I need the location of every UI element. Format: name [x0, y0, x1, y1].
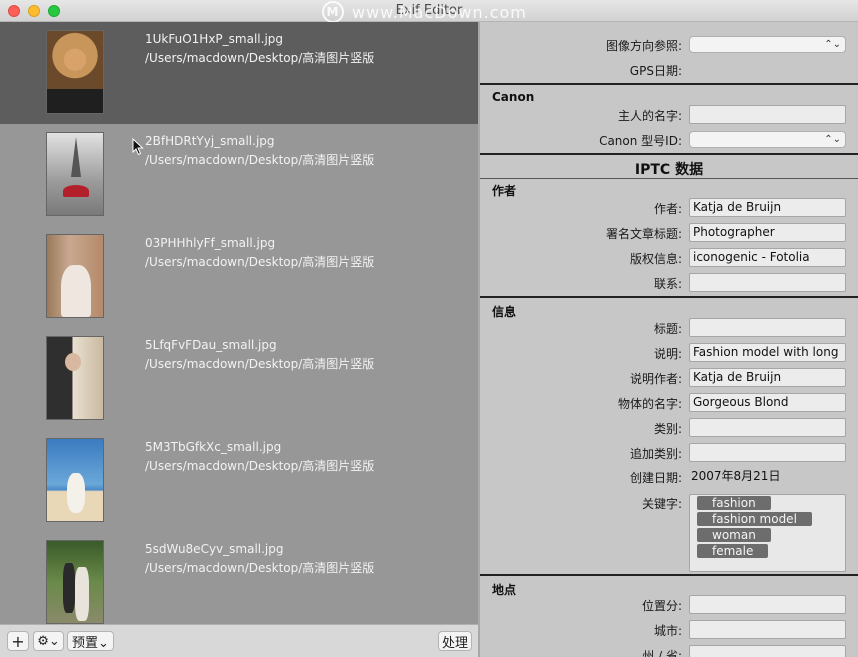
- file-path: /Users/macdown/Desktop/高清图片竖版: [145, 51, 375, 65]
- process-button[interactable]: 处理: [438, 631, 472, 651]
- contact-label: 联系:: [653, 277, 682, 291]
- stepper-arrows-icon: ⌃⌄: [824, 39, 841, 50]
- file-thumbnail: [46, 30, 104, 114]
- owner-name-field[interactable]: [689, 105, 846, 124]
- orientation-ref-select[interactable]: ⌃⌄: [689, 36, 846, 53]
- stepper-arrows-icon: ⌃⌄: [824, 134, 841, 145]
- city-field[interactable]: [689, 620, 846, 639]
- object-name-label: 物体的名字:: [617, 397, 682, 411]
- file-thumbnail: [46, 540, 104, 624]
- canon-model-id-select[interactable]: ⌃⌄: [689, 131, 846, 148]
- keywords-token-field[interactable]: fashion fashion model woman female: [689, 494, 846, 572]
- copyright-label: 版权信息:: [629, 252, 682, 266]
- byline-title-label: 署名文章标题:: [605, 227, 682, 241]
- iptc-header-rule: [480, 178, 858, 179]
- creator-label: 作者:: [653, 202, 682, 216]
- headline-label: 标题:: [653, 322, 682, 336]
- metadata-panel[interactable]: 图像方向参照: ⌃⌄ GPS日期: Canon 主人的名字: Canon 型号I…: [480, 22, 858, 657]
- watermark-logo-icon: M: [322, 1, 344, 23]
- watermark-text: www.MacDown.com: [352, 2, 527, 22]
- caption-writer-field[interactable]: Katja de Bruijn: [689, 368, 846, 387]
- date-created-label: 创建日期:: [629, 471, 682, 485]
- keyword-token[interactable]: woman: [697, 528, 771, 542]
- canon-model-id-label: Canon 型号ID:: [599, 134, 682, 148]
- file-row[interactable]: 5sdWu8eCyv_small.jpg /Users/macdown/Desk…: [0, 532, 478, 624]
- section-divider: [480, 83, 858, 85]
- section-divider: [480, 296, 858, 298]
- mouse-pointer-icon: [132, 138, 144, 156]
- file-row[interactable]: 2BfHDRtYyj_small.jpg /Users/macdown/Desk…: [0, 124, 478, 226]
- preset-menu-button[interactable]: 预置⌄: [67, 631, 114, 651]
- exif-editor-window: Exif Editor M www.MacDown.com 1UkFuO1HxP…: [0, 0, 858, 657]
- file-path: /Users/macdown/Desktop/高清图片竖版: [145, 357, 375, 371]
- location-section-title: 地点: [492, 583, 517, 597]
- file-row[interactable]: 5M3TbGfkXc_small.jpg /Users/macdown/Desk…: [0, 430, 478, 532]
- keyword-token[interactable]: fashion model: [697, 512, 812, 526]
- file-name: 5LfqFvFDau_small.jpg: [145, 338, 277, 352]
- keyword-token[interactable]: fashion: [697, 496, 771, 510]
- list-toolbar: + ⚙︎⌄ 预置⌄ 处理: [0, 624, 478, 657]
- iptc-header: IPTC 数据: [634, 162, 704, 178]
- file-path: /Users/macdown/Desktop/高清图片竖版: [145, 459, 375, 473]
- date-created-value[interactable]: 2007年8月21日: [691, 467, 780, 484]
- file-row[interactable]: 1UkFuO1HxP_small.jpg /Users/macdown/Desk…: [0, 22, 478, 124]
- canon-section-title: Canon: [492, 90, 535, 104]
- file-name: 03PHHhlyFf_small.jpg: [145, 236, 276, 250]
- city-label: 城市:: [653, 624, 682, 638]
- file-path: /Users/macdown/Desktop/高清图片竖版: [145, 255, 375, 269]
- sublocation-field[interactable]: [689, 595, 846, 614]
- byline-title-field[interactable]: Photographer: [689, 223, 846, 242]
- caption-writer-label: 说明作者:: [629, 372, 682, 386]
- author-section-title: 作者: [492, 184, 517, 198]
- headline-field[interactable]: [689, 318, 846, 337]
- contact-field[interactable]: [689, 273, 846, 292]
- file-path: /Users/macdown/Desktop/高清图片竖版: [145, 561, 375, 575]
- title-bar: Exif Editor M www.MacDown.com: [0, 0, 858, 23]
- file-thumbnail: [46, 132, 104, 216]
- supplemental-category-field[interactable]: [689, 443, 846, 462]
- state-province-label: 州 / 省:: [642, 649, 682, 657]
- file-thumbnail: [46, 336, 104, 420]
- copyright-field[interactable]: iconogenic - Fotolia: [689, 248, 846, 267]
- state-province-field[interactable]: [689, 645, 846, 657]
- owner-name-label: 主人的名字:: [617, 109, 682, 123]
- category-label: 类别:: [653, 422, 682, 436]
- supplemental-category-label: 追加类别:: [629, 447, 682, 461]
- caption-field[interactable]: Fashion model with long: [689, 343, 846, 362]
- category-field[interactable]: [689, 418, 846, 437]
- gear-menu-button[interactable]: ⚙︎⌄: [33, 631, 64, 651]
- sublocation-label: 位置分:: [641, 599, 682, 613]
- keywords-label: 关键字:: [641, 497, 682, 511]
- file-name: 5sdWu8eCyv_small.jpg: [145, 542, 284, 556]
- section-divider: [480, 574, 858, 576]
- file-list[interactable]: 1UkFuO1HxP_small.jpg /Users/macdown/Desk…: [0, 22, 478, 624]
- file-row[interactable]: 03PHHhlyFf_small.jpg /Users/macdown/Desk…: [0, 226, 478, 328]
- add-file-button[interactable]: +: [7, 631, 29, 651]
- creator-field[interactable]: Katja de Bruijn: [689, 198, 846, 217]
- file-name: 1UkFuO1HxP_small.jpg: [145, 32, 284, 46]
- section-divider: [480, 153, 858, 155]
- file-path: /Users/macdown/Desktop/高清图片竖版: [145, 153, 375, 167]
- object-name-field[interactable]: Gorgeous Blond: [689, 393, 846, 412]
- file-row[interactable]: 5LfqFvFDau_small.jpg /Users/macdown/Desk…: [0, 328, 478, 430]
- keyword-token[interactable]: female: [697, 544, 769, 558]
- gps-date-label: GPS日期:: [629, 64, 682, 78]
- caption-label: 说明:: [653, 347, 682, 361]
- orientation-ref-label: 图像方向参照:: [605, 39, 682, 53]
- watermark: M www.MacDown.com: [322, 1, 527, 23]
- file-name: 2BfHDRtYyj_small.jpg: [145, 134, 275, 148]
- file-name: 5M3TbGfkXc_small.jpg: [145, 440, 282, 454]
- file-thumbnail: [46, 438, 104, 522]
- info-section-title: 信息: [492, 305, 517, 319]
- file-thumbnail: [46, 234, 104, 318]
